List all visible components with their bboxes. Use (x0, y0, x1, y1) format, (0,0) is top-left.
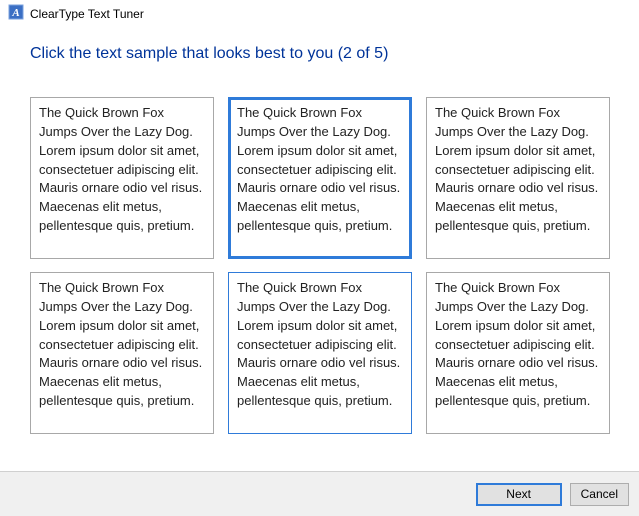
footer-bar: Next Cancel (0, 471, 639, 516)
text-sample-3[interactable]: The Quick Brown Fox Jumps Over the Lazy … (426, 97, 610, 259)
cancel-button[interactable]: Cancel (570, 483, 629, 506)
text-sample-6[interactable]: The Quick Brown Fox Jumps Over the Lazy … (426, 272, 610, 434)
text-sample-2[interactable]: The Quick Brown Fox Jumps Over the Lazy … (228, 97, 412, 259)
svg-text:A: A (11, 7, 19, 19)
text-sample-4[interactable]: The Quick Brown Fox Jumps Over the Lazy … (30, 272, 214, 434)
next-button[interactable]: Next (476, 483, 562, 506)
instruction-text: Click the text sample that looks best to… (0, 25, 639, 63)
sample-grid: The Quick Brown Fox Jumps Over the Lazy … (0, 63, 639, 434)
text-sample-1[interactable]: The Quick Brown Fox Jumps Over the Lazy … (30, 97, 214, 259)
titlebar: A ClearType Text Tuner (0, 0, 639, 25)
app-icon: A (8, 4, 24, 23)
text-sample-5[interactable]: The Quick Brown Fox Jumps Over the Lazy … (228, 272, 412, 434)
window-title: ClearType Text Tuner (30, 7, 144, 21)
